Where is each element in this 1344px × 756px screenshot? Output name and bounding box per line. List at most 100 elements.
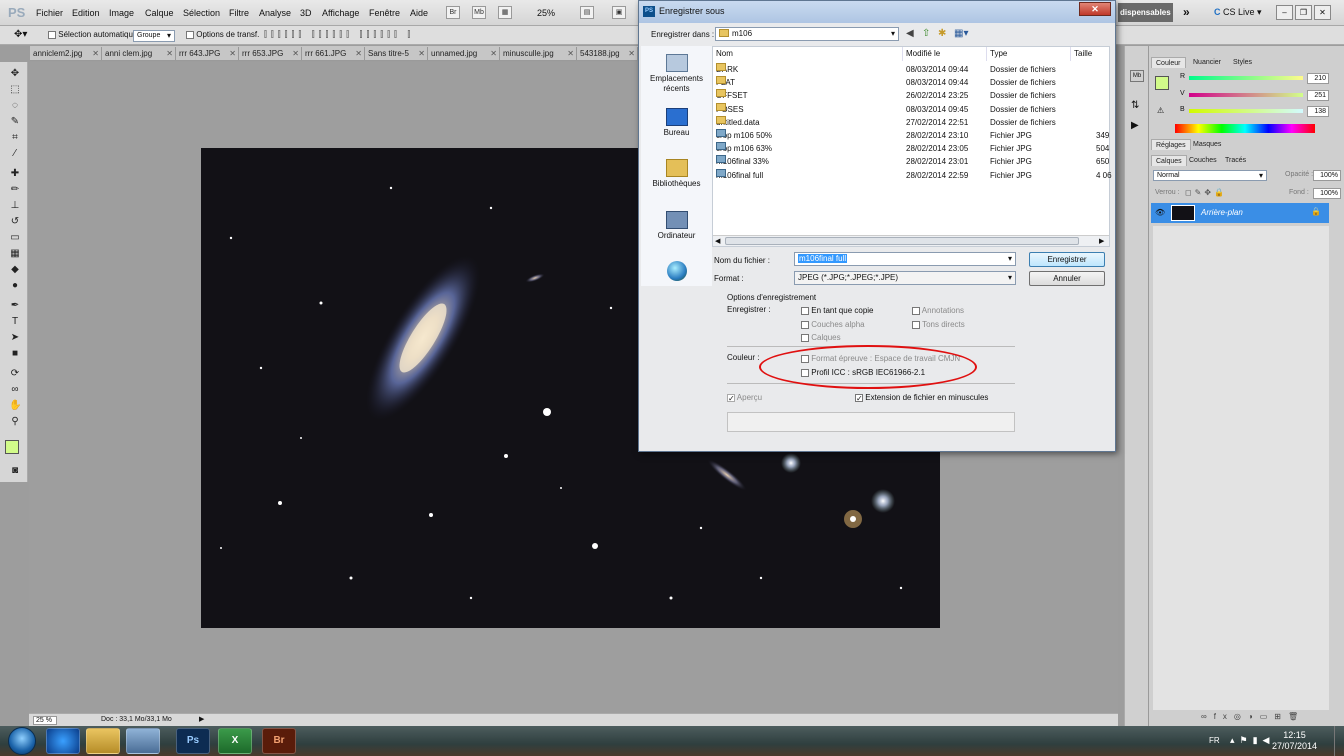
close-icon[interactable]: ✕ [292, 47, 299, 60]
annotations-checkbox[interactable] [912, 306, 920, 315]
tab-document[interactable]: Sans titre-5 ✕ [365, 47, 428, 60]
v-value-field[interactable]: 251 [1307, 90, 1329, 101]
column-header-modified[interactable]: Modifié le [903, 47, 987, 61]
menu-aide[interactable]: Aide [410, 8, 428, 18]
close-icon[interactable]: ✕ [567, 47, 574, 60]
b-value-field[interactable]: 138 [1307, 106, 1329, 117]
excel-icon[interactable]: X [218, 728, 252, 754]
eraser-tool-icon[interactable]: ▭ [9, 232, 21, 244]
scroll-left-icon[interactable]: ◀ [715, 237, 720, 245]
auto-select-dropdown[interactable]: Groupe [133, 30, 175, 42]
blend-mode-dropdown[interactable]: Normal [1153, 170, 1267, 181]
crop-tool-icon[interactable]: ⌗ [9, 132, 21, 144]
close-icon[interactable]: ✕ [92, 47, 99, 60]
new-folder-icon[interactable]: ✱ [938, 28, 946, 39]
lasso-tool-icon[interactable]: ◌ [9, 100, 21, 112]
eye-icon[interactable]: 👁 [1155, 208, 1165, 217]
dialog-titlebar[interactable]: PS Enregistrer sous [639, 1, 1115, 23]
place-recent[interactable]: Emplacements récents [641, 54, 712, 94]
quick-mask-icon[interactable]: ◙ [9, 465, 21, 477]
actions-panel-icon[interactable]: ▶ [1131, 120, 1139, 131]
lowercase-ext-option[interactable]: Extension de fichier en minuscules [855, 393, 988, 402]
transform-checkbox[interactable] [186, 30, 194, 39]
layers-checkbox[interactable] [801, 333, 809, 342]
zoom-select[interactable]: 25% [537, 8, 555, 18]
clock[interactable]: 12:15 27/07/2014 [1272, 730, 1317, 752]
opacity-field[interactable]: 100% [1313, 170, 1341, 181]
tab-calques[interactable]: Calques [1151, 155, 1187, 166]
screen-mode-icon[interactable]: ▣ [612, 6, 626, 19]
warning-icon[interactable]: ⚠ [1157, 106, 1164, 115]
close-icon[interactable]: ✕ [418, 47, 425, 60]
cs-live-button[interactable]: C CS Live ▾ [1214, 7, 1262, 18]
brush-tool-icon[interactable]: ✏ [9, 184, 21, 196]
history-panel-icon[interactable]: ⇅ [1131, 100, 1139, 111]
scroll-right-icon[interactable]: ▶ [1099, 237, 1104, 245]
marquee-tool-icon[interactable]: ⬚ [9, 84, 21, 96]
tab-couches[interactable]: Couches [1185, 155, 1221, 166]
menu-3d[interactable]: 3D [300, 8, 312, 18]
eyedropper-icon[interactable]: ⁄ [9, 148, 21, 160]
layer-row[interactable]: 👁 Arrière-plan 🔒 [1151, 203, 1329, 223]
save-in-dropdown[interactable]: m106 [715, 27, 899, 41]
r-value-field[interactable]: 210 [1307, 73, 1329, 84]
view-extras-icon[interactable]: ▦ [498, 6, 512, 19]
tab-reglages[interactable]: Réglages [1151, 139, 1191, 150]
file-row[interactable]: untitled.data 27/02/2014 22:51 Dossier de … [713, 115, 1109, 129]
up-folder-icon[interactable]: ⇧ [922, 28, 930, 39]
language-indicator[interactable]: FR [1209, 736, 1220, 745]
file-row[interactable]: m106final 33% 28/02/2014 23:01 Fichier JPG… [713, 155, 1109, 168]
column-header-name[interactable]: Nom [713, 47, 903, 61]
tab-document[interactable]: anni clem.jpg ✕ [102, 47, 176, 60]
close-icon[interactable]: ✕ [490, 47, 497, 60]
filename-input[interactable]: m106final full [794, 252, 1016, 266]
close-icon[interactable]: ✕ [628, 47, 635, 60]
show-desktop-button[interactable] [1334, 726, 1344, 756]
zoom-field[interactable]: 25 % [33, 716, 57, 725]
preview-option[interactable]: Aperçu [727, 393, 762, 402]
foreground-color-swatch[interactable] [1155, 76, 1169, 90]
r-slider[interactable] [1189, 76, 1303, 80]
close-icon[interactable]: ✕ [166, 47, 173, 60]
bridge-taskbar-icon[interactable]: Br [262, 728, 296, 754]
menu-fichier[interactable]: Fichier [36, 8, 63, 18]
menu-fenetre[interactable]: Fenêtre [369, 8, 400, 18]
photoshop-taskbar-icon[interactable]: Ps [176, 728, 210, 754]
media-icon[interactable] [126, 728, 160, 754]
place-desktop[interactable]: Bureau [641, 108, 712, 138]
cancel-button[interactable]: Annuler [1029, 271, 1105, 286]
layers-option[interactable]: Calques [801, 333, 841, 342]
menu-affichage[interactable]: Affichage [322, 8, 359, 18]
horizontal-scrollbar[interactable]: ◀ ▶ [713, 235, 1109, 246]
file-row[interactable]: crop m106 63% 28/02/2014 23:05 Fichier JPG… [713, 142, 1109, 155]
more-workspaces-icon[interactable]: » [1183, 5, 1190, 19]
menu-calque[interactable]: Calque [145, 8, 174, 18]
healing-brush-icon[interactable]: ✚ [9, 168, 21, 180]
v-slider[interactable] [1189, 93, 1303, 97]
lowercase-ext-checkbox[interactable] [855, 393, 863, 402]
arrange-icon[interactable]: ▤ [580, 6, 594, 19]
tab-document[interactable]: anniclem2.jpg ✕ [30, 47, 102, 60]
zoom-tool-icon[interactable]: ⚲ [9, 416, 21, 428]
view-menu-icon[interactable]: ▦▾ [954, 28, 968, 39]
tab-document[interactable]: minusculle.jpg ✕ [500, 47, 577, 60]
align-icons[interactable]: ⫿⫿⫿⫿⫿⫿ ⫿⫿⫿⫿⫿⫿ ⫿⫿⫿⫿⫿⫿ ⫿ [264, 29, 414, 40]
tab-styles[interactable]: Styles [1229, 57, 1256, 68]
copy-checkbox[interactable] [801, 306, 809, 315]
save-button[interactable]: Enregistrer [1029, 252, 1105, 267]
column-header-size[interactable]: Taille [1071, 47, 1109, 61]
minimize-button[interactable]: – [1276, 5, 1293, 20]
3d-rotate-icon[interactable]: ⟳ [9, 368, 21, 380]
shape-tool-icon[interactable]: ■ [9, 348, 21, 360]
tab-document[interactable]: unnamed.jpg ✕ [428, 47, 500, 60]
move-tool-icon[interactable]: ✥ [9, 68, 21, 80]
type-tool-icon[interactable]: T [9, 316, 21, 328]
fill-field[interactable]: 100% [1313, 188, 1341, 199]
b-slider[interactable] [1189, 109, 1303, 113]
color-spectrum[interactable] [1175, 124, 1315, 133]
menu-edition[interactable]: Edition [72, 8, 100, 18]
file-row[interactable]: OFFSET 26/02/2014 23:25 Dossier de fichier… [713, 89, 1109, 102]
place-network[interactable] [641, 261, 712, 283]
alpha-checkbox[interactable] [801, 320, 809, 329]
preview-checkbox[interactable] [727, 393, 735, 402]
